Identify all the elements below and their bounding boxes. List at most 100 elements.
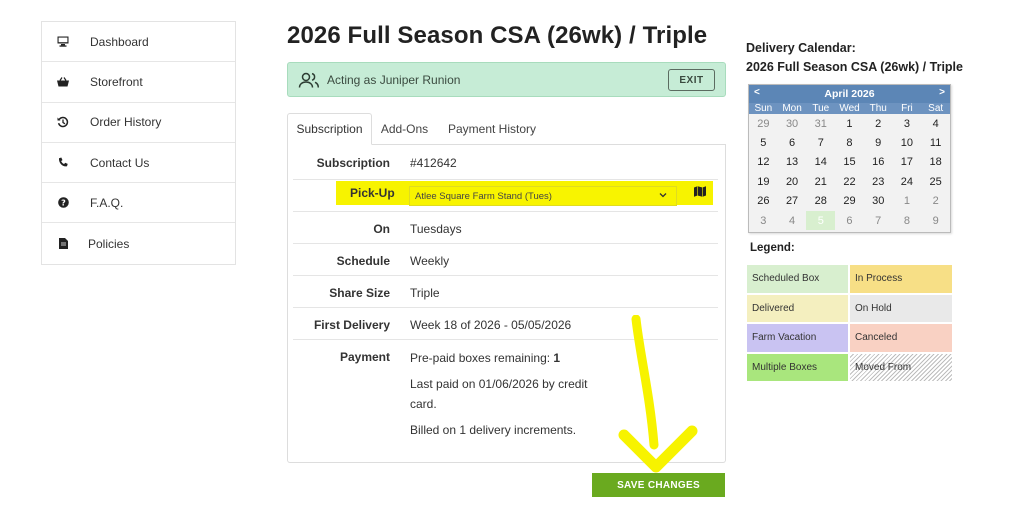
- pickup-label: Pick-Up: [350, 186, 395, 200]
- sidebar-item-contact-us[interactable]: Contact Us: [42, 143, 235, 184]
- legend-item-on-hold: On Hold: [849, 293, 953, 323]
- monitor-icon: [56, 36, 70, 47]
- calendar-day[interactable]: 26: [749, 192, 778, 211]
- calendar-day[interactable]: 2: [921, 192, 950, 211]
- users-icon: [298, 71, 320, 89]
- calendar-day[interactable]: 13: [778, 153, 807, 172]
- calendar-grid: 29 30 31 1 2 3 4 5 6 7 8 9 10 11 12 13 14 15 16 17 18 19 20 21 2…: [749, 114, 950, 231]
- calendar-title-line1: Delivery Calendar:: [746, 41, 856, 55]
- calendar-day[interactable]: 30: [778, 114, 807, 133]
- prepaid-count: 1: [553, 351, 561, 365]
- tab-bar: Subscription Add-Ons Payment History: [287, 113, 726, 145]
- row-share-size: Share Size Triple: [293, 276, 718, 308]
- sidebar-item-label: Order History: [90, 115, 162, 130]
- calendar-day[interactable]: 10: [893, 133, 922, 152]
- calendar-day[interactable]: 29: [749, 114, 778, 133]
- payment-label: Payment: [339, 350, 390, 364]
- calendar-day[interactable]: 15: [835, 153, 864, 172]
- calendar-day[interactable]: 31: [806, 114, 835, 133]
- calendar-day[interactable]: 30: [864, 192, 893, 211]
- calendar-day[interactable]: 11: [921, 133, 950, 152]
- legend-item-delivered: Delivered: [746, 293, 849, 323]
- calendar-day[interactable]: 25: [921, 172, 950, 191]
- sidebar-nav: Dashboard Storefront Order History Conta…: [41, 21, 236, 265]
- calendar-next-button[interactable]: >: [939, 87, 945, 98]
- calendar-day[interactable]: 29: [835, 192, 864, 211]
- weekday-tue: Tue: [812, 103, 830, 114]
- calendar-day[interactable]: 19: [749, 172, 778, 191]
- map-icon[interactable]: [694, 186, 706, 200]
- tab-payment-history[interactable]: Payment History: [442, 113, 542, 145]
- calendar-day[interactable]: 1: [893, 192, 922, 211]
- tab-add-ons[interactable]: Add-Ons: [377, 113, 432, 145]
- legend-title: Legend:: [750, 242, 795, 254]
- acting-as-text: Acting as Juniper Runion: [327, 72, 461, 87]
- legend-item-in-process: In Process: [849, 264, 953, 294]
- calendar-day[interactable]: 1: [835, 114, 864, 133]
- payment-details: Pre-paid boxes remaining: 1 Last paid on…: [410, 348, 587, 440]
- calendar-day[interactable]: 9: [864, 133, 893, 152]
- calendar-month: April 2026: [824, 88, 875, 100]
- calendar-day[interactable]: 24: [893, 172, 922, 191]
- billed-line: Billed on 1 delivery increments.: [410, 423, 577, 437]
- prepaid-line: Pre-paid boxes remaining: 1: [410, 348, 587, 368]
- last-paid-line2: card.: [410, 397, 437, 411]
- share-size-value: Triple: [410, 286, 440, 300]
- calendar-day[interactable]: 9: [921, 211, 950, 230]
- calendar-day[interactable]: 21: [806, 172, 835, 191]
- exit-button[interactable]: EXIT: [668, 69, 715, 91]
- sidebar-item-policies[interactable]: Policies: [42, 223, 235, 263]
- calendar-day[interactable]: 2: [864, 114, 893, 133]
- question-icon: ?: [56, 197, 70, 209]
- legend: Scheduled Box In Process Delivered On Hold F…: [746, 264, 953, 382]
- calendar-day[interactable]: 3: [749, 211, 778, 230]
- calendar-day[interactable]: 18: [921, 153, 950, 172]
- calendar-day[interactable]: 8: [835, 133, 864, 152]
- calendar-day[interactable]: 27: [778, 192, 807, 211]
- calendar-day[interactable]: 5: [749, 133, 778, 152]
- sidebar-item-faq[interactable]: ? F.A.Q.: [42, 183, 235, 224]
- arrow-annotation: [618, 315, 698, 473]
- sidebar-item-dashboard[interactable]: Dashboard: [42, 22, 235, 63]
- legend-item-canceled: Canceled: [849, 323, 953, 353]
- pickup-select-value: Atlee Square Farm Stand (Tues): [415, 190, 552, 202]
- sidebar-item-storefront[interactable]: Storefront: [42, 62, 235, 103]
- calendar-day[interactable]: 4: [778, 211, 807, 230]
- weekday-sun: Sun: [754, 103, 773, 114]
- calendar-day[interactable]: 22: [835, 172, 864, 191]
- sidebar-item-label: F.A.Q.: [90, 195, 124, 210]
- calendar-day[interactable]: 4: [921, 114, 950, 133]
- weekday-thu: Thu: [869, 103, 887, 114]
- pickup-select[interactable]: Atlee Square Farm Stand (Tues): [409, 186, 677, 206]
- calendar-day[interactable]: 6: [835, 211, 864, 230]
- calendar-weekdays: Sun Mon Tue Wed Thu Fri Sat: [749, 103, 950, 114]
- calendar-day[interactable]: 7: [806, 133, 835, 152]
- calendar-day[interactable]: 12: [749, 153, 778, 172]
- calendar-day[interactable]: 16: [864, 153, 893, 172]
- calendar-day[interactable]: 6: [778, 133, 807, 152]
- calendar-day[interactable]: 7: [864, 211, 893, 230]
- calendar-day[interactable]: 8: [893, 211, 922, 230]
- calendar-day[interactable]: 17: [893, 153, 922, 172]
- subscription-label: Subscription: [316, 156, 390, 170]
- save-changes-button[interactable]: SAVE CHANGES: [592, 473, 725, 497]
- calendar-header: < April 2026 >: [749, 85, 950, 103]
- first-delivery-label: First Delivery: [313, 318, 390, 332]
- sidebar-item-order-history[interactable]: Order History: [42, 103, 235, 143]
- calendar-day[interactable]: 20: [778, 172, 807, 191]
- weekday-sat: Sat: [928, 103, 944, 114]
- schedule-label: Schedule: [336, 254, 390, 268]
- calendar-title-line2: 2026 Full Season CSA (26wk) / Triple: [746, 60, 963, 74]
- prepaid-text: Pre-paid boxes remaining:: [410, 351, 554, 365]
- calendar-day[interactable]: 23: [864, 172, 893, 191]
- calendar-day[interactable]: 3: [893, 114, 922, 133]
- legend-item-multiple-boxes: Multiple Boxes: [746, 352, 849, 382]
- weekday-mon: Mon: [782, 103, 802, 114]
- tab-subscription[interactable]: Subscription: [287, 113, 372, 145]
- calendar-prev-button[interactable]: <: [754, 87, 760, 98]
- calendar-day[interactable]: 14: [806, 153, 835, 172]
- sidebar-item-label: Dashboard: [90, 34, 149, 49]
- calendar-day[interactable]: 28: [806, 192, 835, 211]
- calendar-day[interactable]: 5: [806, 210, 836, 231]
- acting-as-banner: Acting as Juniper Runion EXIT: [287, 62, 726, 97]
